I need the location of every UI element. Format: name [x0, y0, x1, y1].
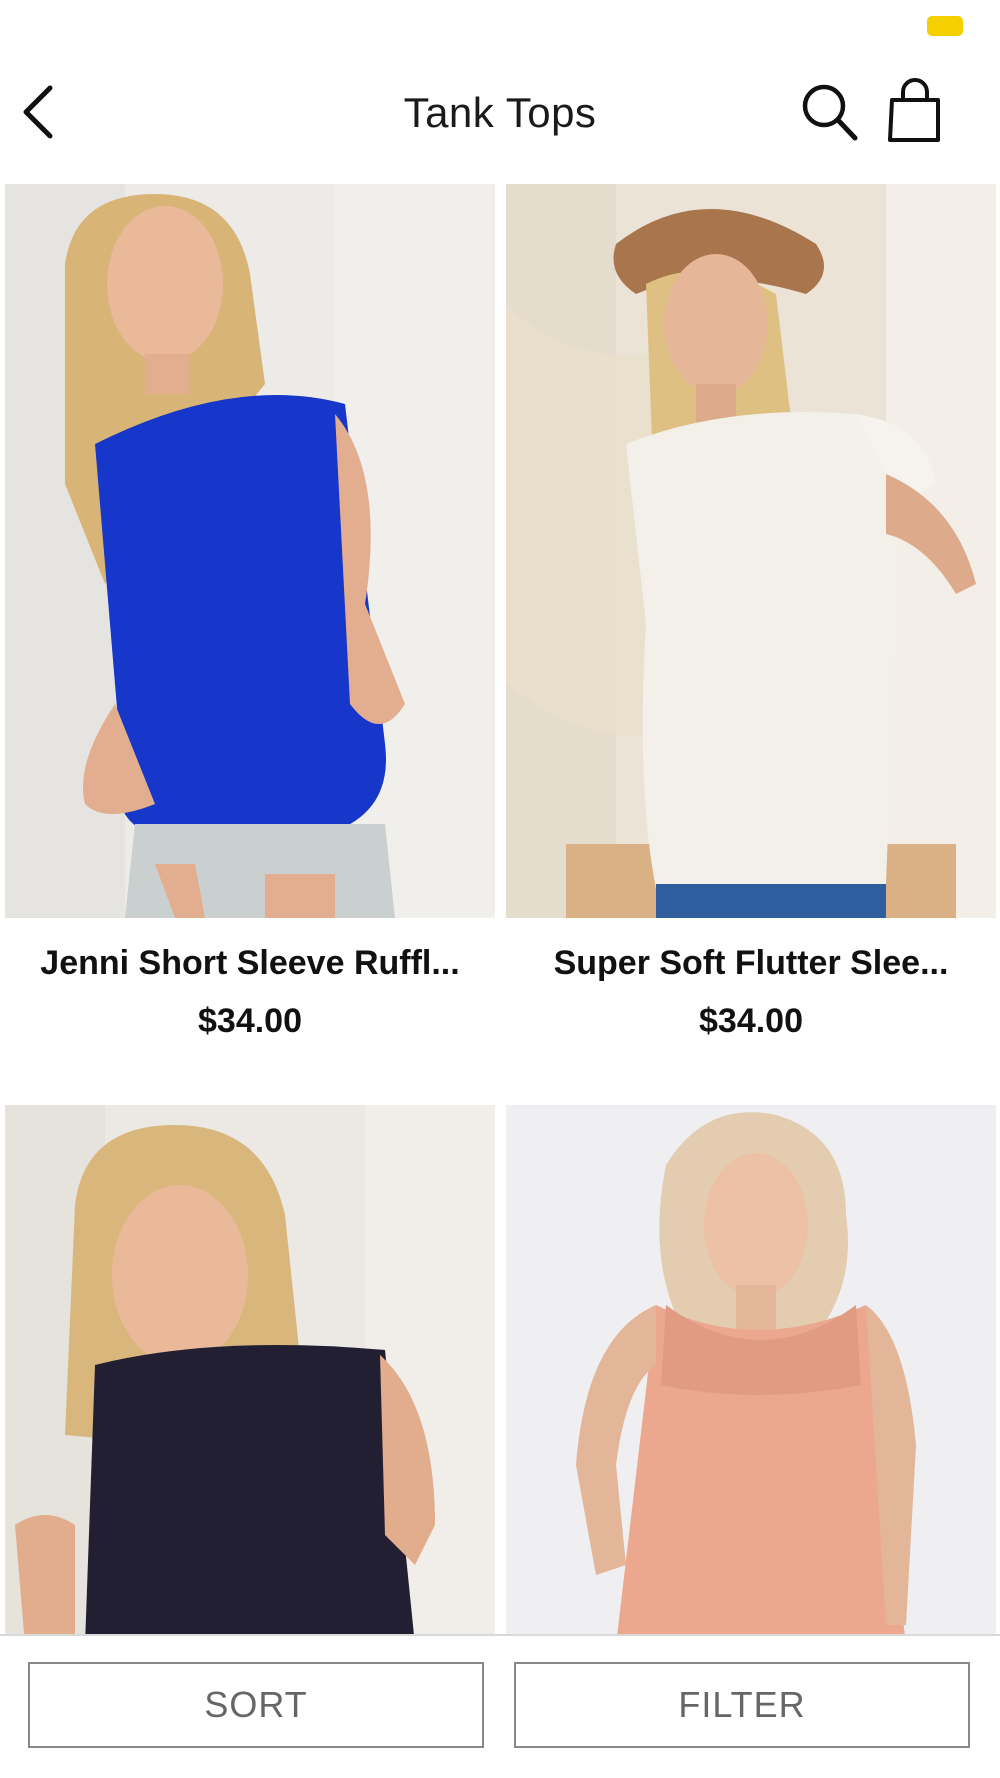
- filter-button[interactable]: FILTER: [514, 1662, 970, 1748]
- shopping-bag-icon: [888, 78, 940, 142]
- bottom-action-bar: SORT FILTER: [0, 1634, 1000, 1778]
- product-name[interactable]: Jenni Short Sleeve Ruffl...: [5, 938, 495, 988]
- product-image[interactable]: [5, 184, 495, 918]
- search-icon: [802, 84, 858, 141]
- cart-button[interactable]: [884, 78, 946, 144]
- sort-button[interactable]: SORT: [28, 1662, 484, 1748]
- battery-icon: [927, 16, 963, 36]
- product-name[interactable]: Super Soft Flutter Slee...: [506, 938, 996, 988]
- back-button[interactable]: [18, 82, 62, 142]
- product-price: $34.00: [198, 1002, 302, 1040]
- product-price: $34.00: [699, 1002, 803, 1040]
- product-photo: [506, 184, 996, 918]
- header: Tank Tops: [0, 60, 1000, 170]
- search-button[interactable]: [800, 82, 860, 144]
- product-image[interactable]: [506, 184, 996, 918]
- page-title: Tank Tops: [403, 89, 597, 136]
- chevron-left-icon: [23, 85, 53, 139]
- product-photo: [5, 184, 495, 918]
- product-listing-screen: Tank Tops Jenni Short Sleeve Ruffl... $3…: [0, 0, 1000, 1778]
- status-bar: [0, 0, 1000, 50]
